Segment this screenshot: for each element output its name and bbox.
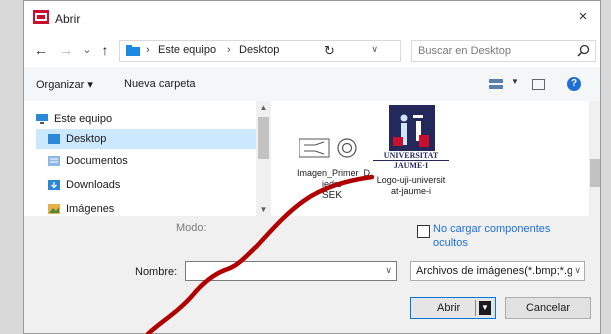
address-bar[interactable]: › Este equipo › Desktop ∨ xyxy=(119,40,401,62)
sidebar-item-label: Desktop xyxy=(66,133,107,145)
title-bar: Abrir × xyxy=(24,1,600,34)
uji-logo-text: JAUME·I xyxy=(373,160,449,170)
breadcrumb-separator-icon: › xyxy=(146,44,150,56)
filename-dropdown-icon[interactable]: ∨ xyxy=(385,265,392,276)
scroll-up-icon[interactable]: ▲ xyxy=(256,101,271,114)
view-options-dropdown-icon[interactable]: ▼ xyxy=(511,77,519,86)
file-type-filter-select[interactable]: Archivos de imágenes(*.bmp;*.g ∨ xyxy=(410,261,585,281)
breadcrumb-este-equipo[interactable]: Este equipo xyxy=(158,44,216,56)
sidebar-item-label: Downloads xyxy=(66,179,121,191)
app-icon xyxy=(33,10,49,24)
pictures-icon xyxy=(48,204,60,215)
downloads-icon xyxy=(48,180,60,191)
file-list-scrollbar[interactable] xyxy=(589,101,600,216)
open-button[interactable]: Abrir ▼ xyxy=(410,297,496,319)
recent-locations-chevron-icon[interactable]: ⌄ xyxy=(79,42,95,58)
open-options-dropdown-icon[interactable]: ▼ xyxy=(479,301,491,315)
uji-logo-thumbnail: UNIVERSITAT JAUME·I xyxy=(373,105,449,171)
navigation-bar: ← → ⌄ ↑ › Este equipo › Desktop ∨ ↻ xyxy=(24,34,600,67)
open-file-dialog: Abrir × ← → ⌄ ↑ › Este equipo › Desktop … xyxy=(23,0,601,334)
sidebar-item-label: Imágenes xyxy=(66,203,115,215)
uji-logo-text: UNIVERSITAT xyxy=(383,151,439,160)
navigation-scrollbar[interactable]: ▲ ▼ xyxy=(256,101,271,216)
navigation-pane: Este equipo Desktop Documentos Downloads… xyxy=(24,101,276,216)
open-button-label: Abrir xyxy=(437,302,461,314)
documents-icon xyxy=(48,156,60,167)
filter-dropdown-icon[interactable]: ∨ xyxy=(572,265,581,276)
search-box[interactable] xyxy=(411,40,596,62)
back-arrow-icon[interactable]: ← xyxy=(33,42,49,58)
cancel-button[interactable]: Cancelar xyxy=(505,297,591,319)
file-type-filter-value: Archivos de imágenes(*.bmp;*.g xyxy=(416,265,574,277)
file-name-line: SEK xyxy=(321,190,342,201)
scroll-down-icon[interactable]: ▼ xyxy=(256,203,271,216)
file-item-logo-uji[interactable]: UNIVERSITAT JAUME·I Logo-uji-universit a… xyxy=(372,105,450,197)
sidebar-item-downloads[interactable]: Downloads xyxy=(48,175,228,195)
folder-icon xyxy=(126,45,140,56)
refresh-icon[interactable]: ↻ xyxy=(324,43,335,59)
filename-label: Nombre: xyxy=(135,266,178,278)
search-input[interactable] xyxy=(418,43,568,59)
sidebar-item-documentos[interactable]: Documentos xyxy=(48,151,228,171)
file-name-line: Imagen_Primer_D xyxy=(297,168,371,178)
help-icon[interactable]: ? xyxy=(567,77,581,91)
uji-logo-mark-icon xyxy=(389,105,435,151)
computer-icon xyxy=(36,114,48,125)
hidden-components-label[interactable]: No cargar componentes ocultos xyxy=(433,222,583,250)
preview-pane-icon[interactable] xyxy=(532,79,545,90)
filename-input[interactable]: ∨ xyxy=(185,261,397,281)
organize-menu-button[interactable]: Organizar ▾ xyxy=(36,78,93,91)
address-dropdown-icon[interactable]: ∨ xyxy=(371,44,378,55)
sidebar-item-imagenes[interactable]: Imágenes xyxy=(48,199,228,216)
sidebar-item-label: Documentos xyxy=(66,155,128,167)
up-arrow-icon[interactable]: ↑ xyxy=(97,42,113,58)
command-toolbar: Organizar ▾ Nueva carpeta ▼ ? xyxy=(24,67,600,102)
window-title: Abrir xyxy=(55,12,81,26)
scroll-thumb[interactable] xyxy=(590,159,600,187)
desktop-folder-icon xyxy=(48,134,60,145)
scroll-thumb[interactable] xyxy=(258,117,269,159)
modo-label: Modo: xyxy=(176,222,207,234)
sidebar-item-desktop[interactable]: Desktop xyxy=(36,129,256,149)
sidebar-item-este-equipo[interactable]: Este equipo xyxy=(36,109,196,129)
split-divider xyxy=(475,300,476,316)
diedro-thumbnail-icon xyxy=(298,138,357,158)
file-list-pane: Imagen_Primer_D iedro SEK UNIVERSITAT JA… xyxy=(276,101,600,216)
file-name-line: at-jaume-i xyxy=(390,186,431,196)
close-button[interactable]: × xyxy=(572,6,594,28)
change-view-icon[interactable] xyxy=(489,79,503,90)
search-icon[interactable] xyxy=(577,44,590,57)
file-name-line: Logo-uji-universit xyxy=(376,175,446,185)
hidden-components-checkbox[interactable] xyxy=(417,225,430,238)
file-item-diedro[interactable]: Imagen_Primer_D iedro SEK xyxy=(297,125,371,201)
breadcrumb-separator-icon: › xyxy=(227,44,231,56)
sidebar-item-label: Este equipo xyxy=(54,113,113,125)
new-folder-button[interactable]: Nueva carpeta xyxy=(124,78,196,90)
bottom-controls: Modo: No cargar componentes ocultos Nomb… xyxy=(24,216,600,333)
forward-arrow-icon[interactable]: → xyxy=(58,42,74,58)
file-name-line: iedro xyxy=(321,179,342,189)
breadcrumb-desktop[interactable]: Desktop xyxy=(239,44,279,56)
